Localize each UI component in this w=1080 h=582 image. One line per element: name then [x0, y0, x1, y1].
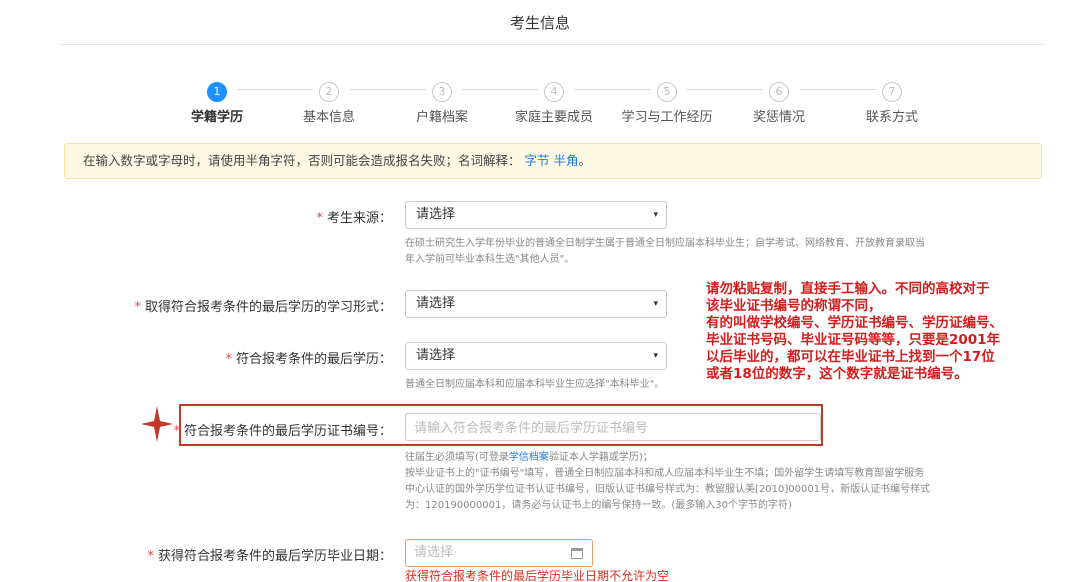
- step-3[interactable]: 3 户籍档案: [387, 80, 497, 125]
- chevron-down-icon: ▾: [653, 210, 658, 220]
- grad-date-label-text: 获得符合报考条件的最后学历毕业日期：: [157, 549, 392, 564]
- step-label: 联系方式: [865, 110, 918, 125]
- header-divider: [60, 44, 1045, 45]
- cert-no-label: * 符合报考条件的最后学历证书编号：: [173, 420, 392, 439]
- step-number: 3: [432, 82, 452, 102]
- required-mark: *: [134, 300, 141, 315]
- grad-date-picker[interactable]: 请选择: [405, 539, 593, 567]
- step-number: 1: [207, 82, 227, 102]
- xuexin-link[interactable]: 学信档案: [509, 452, 549, 463]
- annotation-line: 请勿粘贴复制，直接手工输入。不同的高校对于: [706, 281, 990, 297]
- grad-date-label: * 获得符合报考条件的最后学历毕业日期：: [147, 545, 392, 564]
- step-1[interactable]: 1 学籍学历: [162, 80, 272, 125]
- star-marker-icon: [141, 406, 173, 442]
- notice-text: 在输入数字或字母时，请使用半角字符，否则可能会造成报名失败；名词解释：: [83, 153, 521, 168]
- annotation-line: 毕业证书号码、毕业证号码等等，只要是2001年: [706, 332, 1001, 348]
- annotation-line: 该毕业证书编号的称谓不同，: [706, 298, 882, 314]
- step-number: 7: [882, 82, 902, 102]
- last-degree-label: * 符合报考条件的最后学历：: [225, 348, 392, 367]
- notice-end: 。: [578, 153, 592, 168]
- chevron-down-icon: ▾: [653, 299, 658, 309]
- source-help: 在硕士研究生入学年份毕业的普通全日制学生属于普通全日制应届本科毕业生；自学考试、…: [405, 236, 925, 268]
- notice-link-halfwidth[interactable]: 半角: [554, 153, 579, 168]
- calendar-icon[interactable]: [571, 548, 583, 559]
- required-mark: *: [316, 211, 323, 226]
- step-7[interactable]: 7 联系方式: [837, 80, 947, 125]
- step-number: 2: [319, 82, 339, 102]
- step-label: 学习与工作经历: [621, 110, 713, 125]
- cert-no-input[interactable]: [405, 413, 821, 441]
- cert-no-help-line: 往届生必须填写(可登录学信档案验证本人学籍或学历)；: [405, 450, 930, 466]
- study-form-label: * 取得符合报考条件的最后学历的学习形式：: [134, 296, 392, 315]
- study-form-select-value: 请选择: [416, 296, 456, 311]
- cert-no-help-text: 验证本人学籍或学历)；: [548, 452, 653, 463]
- last-degree-label-text: 符合报考条件的最后学历：: [235, 352, 392, 367]
- step-label: 户籍档案: [415, 110, 468, 125]
- chevron-down-icon: ▾: [653, 351, 658, 361]
- required-mark: *: [147, 549, 154, 564]
- cert-no-help: 往届生必须填写(可登录学信档案验证本人学籍或学历)； 按毕业证书上的"证书编号"…: [405, 450, 930, 514]
- study-form-select[interactable]: 请选择 ▾: [405, 290, 667, 318]
- grad-date-placeholder: 请选择: [414, 545, 454, 560]
- annotation-line: 有的叫做学校编号、学历证书编号、学历证编号、: [706, 315, 1003, 331]
- step-5[interactable]: 5 学习与工作经历: [612, 80, 722, 125]
- step-label: 家庭主要成员: [514, 110, 593, 125]
- cert-no-help-line: 为：120190000001，请务必与认证书上的编号保持一致。(最多输入30个字…: [405, 500, 792, 511]
- cert-no-label-text: 符合报考条件的最后学历证书编号：: [183, 424, 392, 439]
- study-form-label-text: 取得符合报考条件的最后学历的学习形式：: [144, 300, 392, 315]
- step-2[interactable]: 2 基本信息: [274, 80, 384, 125]
- step-number: 4: [544, 82, 564, 102]
- last-degree-help: 普通全日制应届本科和应届本科毕业生应选择"本科毕业"。: [405, 379, 665, 390]
- annotation-note: 请勿粘贴复制，直接手工输入。不同的高校对于 该毕业证书编号的称谓不同， 有的叫做…: [706, 281, 1056, 383]
- source-label: * 考生来源：: [316, 207, 392, 226]
- grad-date-error: 获得符合报考条件的最后学历毕业日期不允许为空: [405, 569, 670, 582]
- notice-banner: 在输入数字或字母时，请使用半角字符，否则可能会造成报名失败；名词解释： 字节 半角。: [64, 143, 1042, 179]
- required-mark: *: [173, 424, 180, 439]
- step-label: 奖惩情况: [752, 110, 805, 125]
- last-degree-select[interactable]: 请选择 ▾: [405, 342, 667, 370]
- annotation-line: 或者18位的数字，这个数字就是证书编号。: [706, 366, 968, 382]
- cert-no-help-line: 中心认证的国外学历学位证书认证书编号，旧版认证书编号样式为：教留服认美[2010…: [405, 484, 931, 495]
- step-label: 学籍学历: [190, 110, 243, 125]
- source-help-line: 年入学前可毕业本科生选"其他人员"。: [405, 254, 575, 265]
- page-title: 考生信息: [509, 14, 570, 32]
- source-help-line: 在硕士研究生入学年份毕业的普通全日制学生属于普通全日制应届本科毕业生；自学考试、…: [405, 238, 925, 249]
- source-label-text: 考生来源：: [326, 211, 392, 226]
- step-6[interactable]: 6 奖惩情况: [724, 80, 834, 125]
- notice-link-byte[interactable]: 字节: [525, 153, 550, 168]
- step-number: 6: [769, 82, 789, 102]
- step-wizard: 1 学籍学历 2 基本信息 3 户籍档案 4 家庭主要成员 5 学习与工作经历 …: [160, 80, 940, 130]
- step-number: 5: [657, 82, 677, 102]
- source-select-value: 请选择: [416, 207, 456, 222]
- cert-no-help-text: 往届生必须填写(可登录: [405, 452, 509, 463]
- last-degree-select-value: 请选择: [416, 348, 456, 363]
- source-select[interactable]: 请选择 ▾: [405, 201, 667, 229]
- step-4[interactable]: 4 家庭主要成员: [499, 80, 609, 125]
- required-mark: *: [225, 352, 232, 367]
- step-label: 基本信息: [302, 110, 355, 125]
- cert-no-help-line: 按毕业证书上的"证书编号"填写，普通全日制应届本科和成人应届本科毕业生不填；国外…: [405, 468, 925, 479]
- annotation-line: 以后毕业的，都可以在毕业证书上找到一个17位: [706, 349, 995, 365]
